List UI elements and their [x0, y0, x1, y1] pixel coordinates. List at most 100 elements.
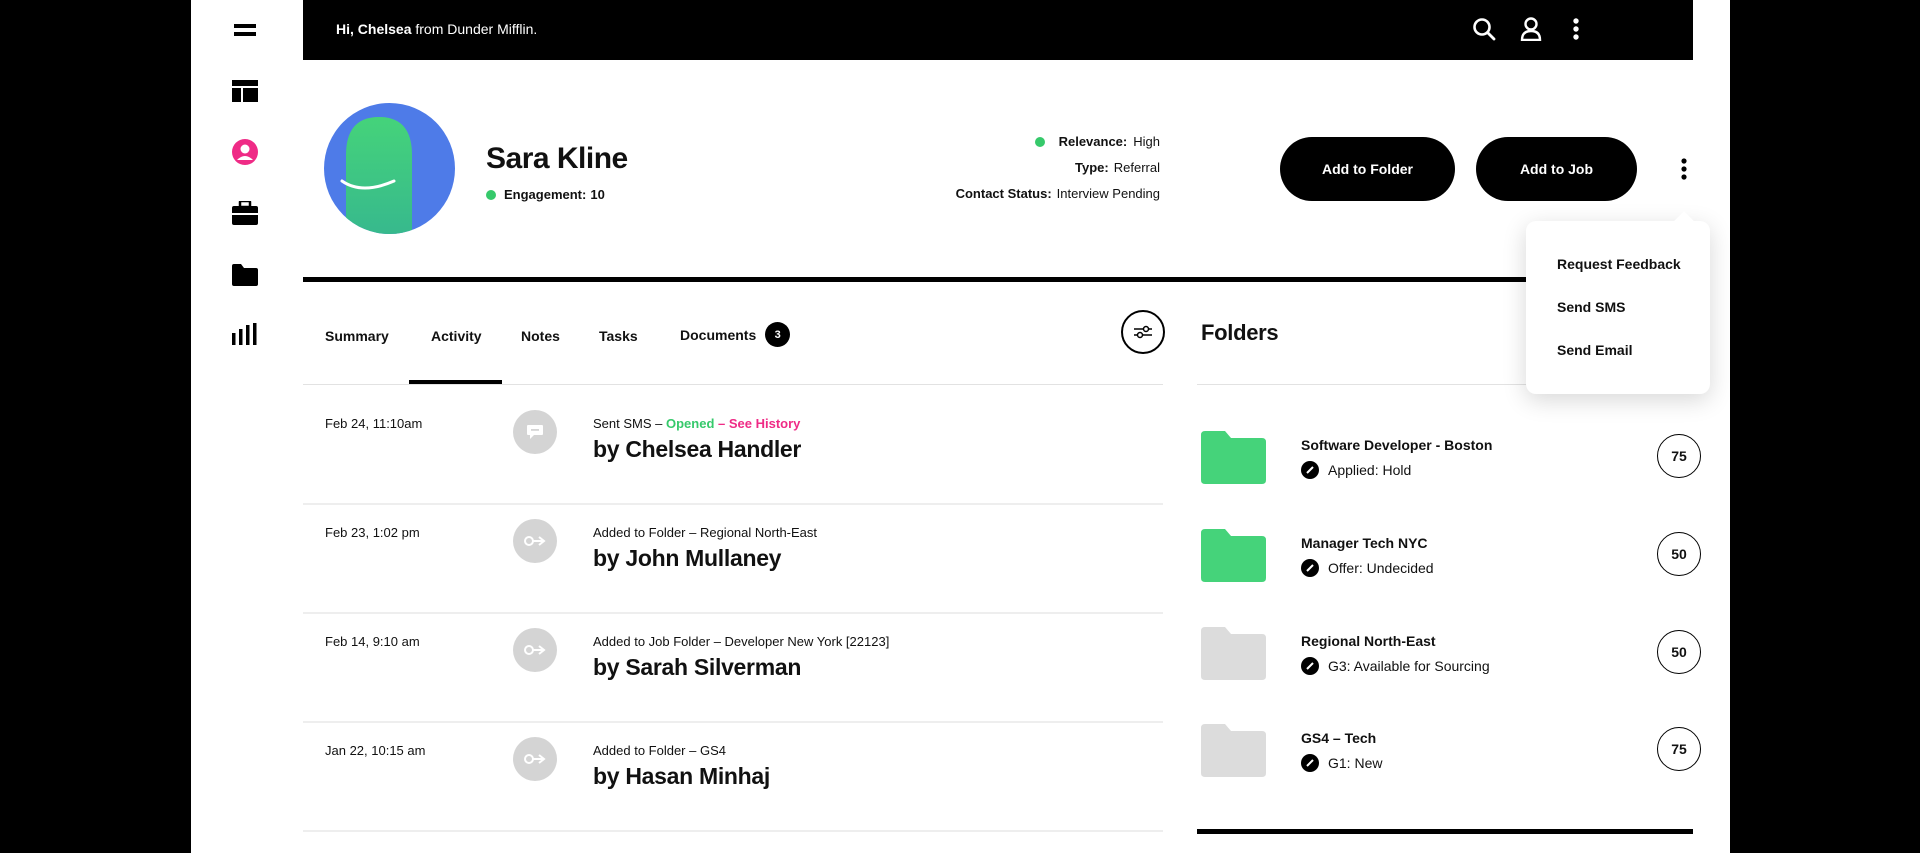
filter-button[interactable]: [1121, 310, 1165, 354]
folder-status: G3: Available for Sourcing: [1301, 657, 1490, 675]
add-to-folder-button[interactable]: Add to Folder: [1280, 137, 1455, 201]
folder-status-text: G3: Available for Sourcing: [1328, 658, 1490, 674]
header-divider: [303, 277, 1693, 282]
contact-status-value: Interview Pending: [1056, 186, 1160, 201]
check-icon: [1301, 657, 1319, 675]
menu-item-send-email[interactable]: Send Email: [1557, 342, 1632, 358]
type-label: Type:: [1075, 160, 1109, 175]
folder-item[interactable]: Manager Tech NYC Offer: Undecided 50: [1201, 529, 1701, 609]
greeting: Hi, Chelsea from Dunder Mifflin.: [336, 21, 537, 37]
activity-description: Sent SMS – Opened – See History: [593, 416, 800, 431]
folder-icon[interactable]: [231, 261, 259, 289]
folder-icon: [1201, 431, 1266, 484]
analytics-icon[interactable]: [231, 320, 259, 348]
folder-name: Regional North-East: [1301, 633, 1436, 649]
folder-score: 75: [1657, 434, 1701, 478]
folder-status-text: Applied: Hold: [1328, 462, 1412, 478]
activity-author: by Sarah Silverman: [593, 654, 802, 680]
candidate-icon[interactable]: [231, 138, 259, 166]
more-actions-menu: Request Feedback Send SMS Send Email: [1526, 221, 1710, 394]
filter-sliders-icon: [1134, 325, 1152, 339]
documents-count-badge: 3: [765, 322, 791, 347]
tab-tasks[interactable]: Tasks: [599, 328, 638, 344]
user-icon[interactable]: [1516, 14, 1546, 44]
folder-icon: [1201, 724, 1266, 777]
greeting-name: Hi, Chelsea: [336, 21, 412, 37]
activity-row: Jan 22, 10:15 am Added to Folder – GS4 b…: [303, 723, 1163, 832]
folders-bottom-divider: [1197, 829, 1693, 834]
activity-row: Feb 23, 1:02 pm Added to Folder – Region…: [303, 505, 1163, 614]
activity-author: by John Mullaney: [593, 545, 782, 571]
relevance-value: High: [1133, 134, 1160, 149]
folder-status: Offer: Undecided: [1301, 559, 1434, 577]
search-icon[interactable]: [1469, 14, 1499, 44]
folder-score: 50: [1657, 532, 1701, 576]
activity-text: Sent SMS –: [593, 416, 666, 431]
activity-row: Feb 24, 11:10am Sent SMS – Opened – See …: [303, 396, 1163, 505]
avatar: [324, 103, 455, 234]
tab-divider: [303, 384, 1163, 385]
folder-score: 75: [1657, 727, 1701, 771]
relevance: Relevance: High: [1034, 134, 1160, 149]
dashboard-icon[interactable]: [231, 77, 259, 105]
tab-documents-label: Documents: [680, 326, 757, 343]
folder-name: Manager Tech NYC: [1301, 535, 1428, 551]
folder-item[interactable]: Software Developer - Boston Applied: Hol…: [1201, 431, 1701, 511]
relevance-dot: [1034, 136, 1045, 147]
activity-text: Added to Folder – Regional North-East: [593, 525, 818, 540]
engagement-label: Engagement:: [504, 187, 587, 202]
menu-item-request-feedback[interactable]: Request Feedback: [1557, 256, 1681, 272]
sms-icon: [513, 410, 557, 454]
activity-date: Feb 23, 1:02 pm: [325, 525, 420, 540]
folder-status-text: Offer: Undecided: [1328, 560, 1434, 576]
candidate-type: Type: Referral: [1075, 160, 1160, 175]
folders-title: Folders: [1201, 320, 1279, 345]
activity-date: Jan 22, 10:15 am: [325, 743, 426, 758]
app-frame: Hi, Chelsea from Dunder Mifflin. Sara Kl…: [191, 0, 1730, 853]
more-vertical-icon[interactable]: [1561, 14, 1591, 44]
check-icon: [1301, 461, 1319, 479]
type-value: Referral: [1113, 160, 1160, 175]
activity-author: by Hasan Minhaj: [593, 763, 770, 789]
tab-activity[interactable]: Activity: [431, 328, 482, 344]
sidebar: [191, 0, 303, 853]
relevance-label: Relevance:: [1058, 134, 1128, 149]
greeting-company: from Dunder Mifflin.: [411, 21, 538, 37]
engagement-dot: [486, 189, 496, 200]
candidate-name: Sara Kline: [486, 142, 628, 175]
briefcase-icon[interactable]: [231, 199, 259, 227]
see-history-link[interactable]: See History: [729, 416, 801, 431]
activity-date: Feb 14, 9:10 am: [325, 634, 420, 649]
top-bar: Hi, Chelsea from Dunder Mifflin.: [303, 0, 1693, 60]
folder-icon: [1201, 627, 1266, 680]
opened-status: Opened: [665, 416, 715, 431]
menu-icon[interactable]: [231, 16, 259, 44]
menu-item-send-sms[interactable]: Send SMS: [1557, 299, 1625, 315]
folder-name: GS4 – Tech: [1301, 730, 1377, 746]
contact-status: Contact Status: Interview Pending: [956, 186, 1160, 201]
tab-documents[interactable]: Documents 3: [680, 322, 791, 347]
activity-author: by Chelsea Handler: [593, 436, 802, 462]
move-icon: [513, 519, 557, 563]
folder-status: Applied: Hold: [1301, 461, 1411, 479]
check-icon: [1301, 754, 1319, 772]
activity-date: Feb 24, 11:10am: [325, 416, 423, 431]
folder-score: 50: [1657, 630, 1701, 674]
tab-summary[interactable]: Summary: [325, 328, 389, 344]
tab-notes[interactable]: Notes: [521, 328, 560, 344]
engagement-value: 10: [590, 187, 605, 202]
more-actions-icon[interactable]: [1674, 156, 1694, 182]
add-to-job-button[interactable]: Add to Job: [1476, 137, 1637, 201]
contact-status-label: Contact Status:: [955, 186, 1052, 201]
activity-row: Feb 14, 9:10 am Added to Job Folder – De…: [303, 614, 1163, 723]
folder-status: G1: New: [1301, 754, 1382, 772]
separator: –: [714, 416, 729, 431]
activity-text: Added to Job Folder – Developer New York…: [593, 634, 890, 649]
folder-item[interactable]: GS4 – Tech G1: New 75: [1201, 724, 1701, 804]
move-icon: [513, 628, 557, 672]
folder-item[interactable]: Regional North-East G3: Available for So…: [1201, 627, 1701, 707]
activity-text: Added to Folder – GS4: [593, 743, 726, 758]
folder-status-text: G1: New: [1328, 755, 1383, 771]
folder-name: Software Developer - Boston: [1301, 437, 1493, 453]
move-icon: [513, 737, 557, 781]
